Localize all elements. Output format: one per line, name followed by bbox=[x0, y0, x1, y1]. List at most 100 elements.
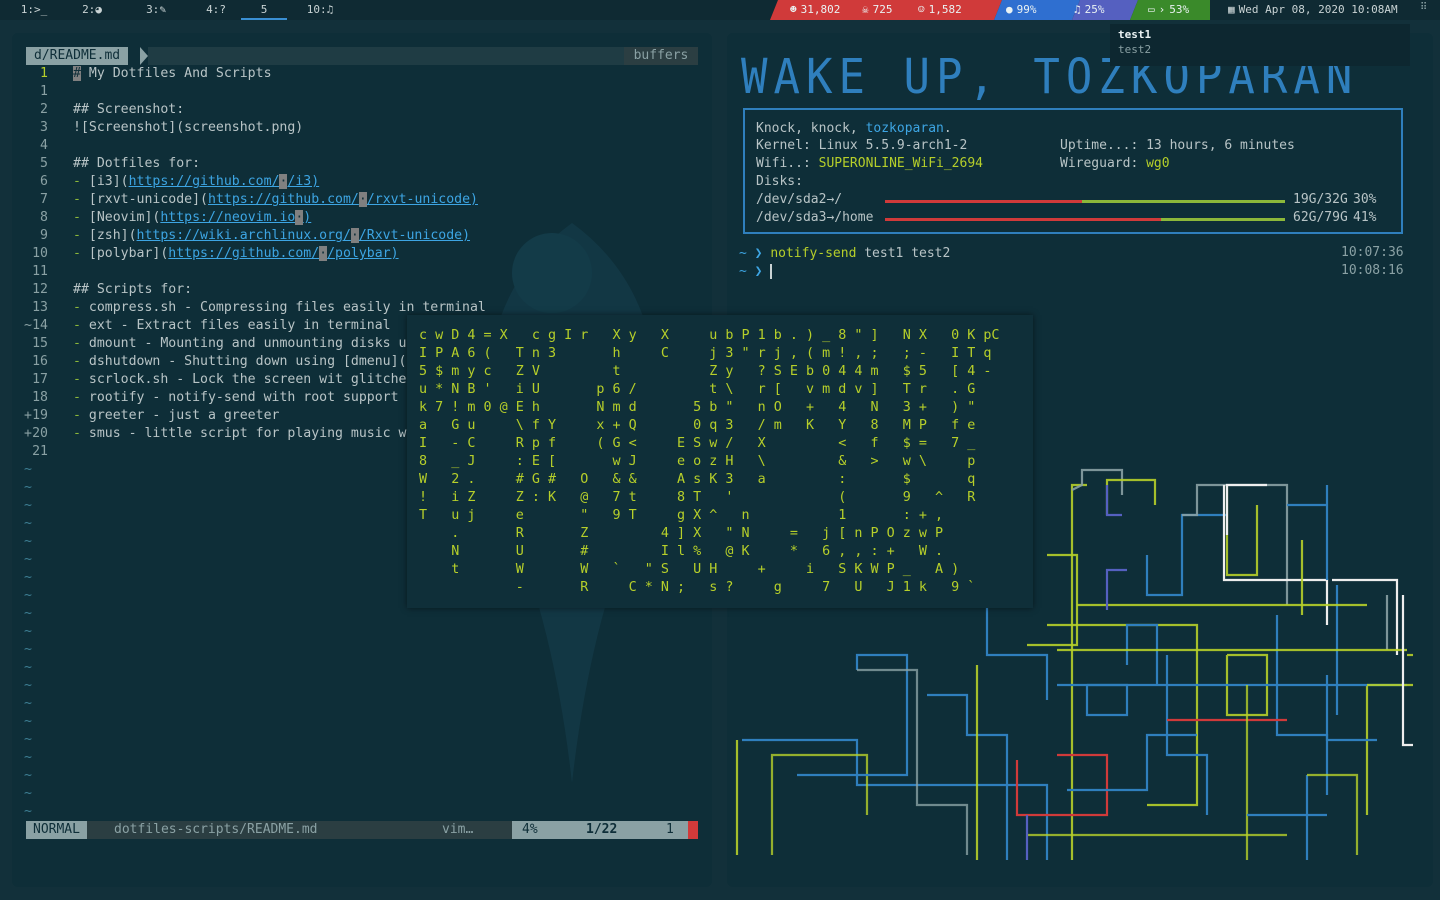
buffers-label[interactable]: buffers bbox=[624, 47, 698, 65]
matrix-row: u * N B ' i U p 6 / t \ r [ v m d v ] T … bbox=[419, 382, 976, 397]
editor-line[interactable]: 10 - [polybar](https://github.com/·/polyb… bbox=[12, 245, 702, 263]
matrix-row: 5 $ m y c Z V t Z y ? S E b 0 4 4 m $ 5 … bbox=[419, 364, 992, 379]
command-args: test1 test2 bbox=[856, 246, 951, 261]
empty-line-tilde: ~ bbox=[24, 480, 32, 495]
empty-line-tilde: ~ bbox=[24, 768, 32, 783]
line-number: 18 bbox=[32, 390, 48, 405]
editor-line[interactable]: 2 ## Screenshot: bbox=[12, 101, 702, 119]
empty-line-tilde: ~ bbox=[24, 732, 32, 747]
command-name: notify-send bbox=[770, 246, 857, 261]
line-text: - ext - Extract files easily in terminal bbox=[73, 318, 391, 333]
disk-name: /dev/sda2→/ bbox=[756, 192, 843, 207]
workspace-10[interactable]: 10:♫ bbox=[298, 0, 342, 20]
username: tozkoparan bbox=[865, 121, 944, 136]
status-percent: 4% bbox=[522, 822, 538, 837]
workspace-3[interactable]: 3:✎ bbox=[136, 0, 176, 20]
sysinfo-box: Knock, knock, tozkoparan. Kernel: Linux … bbox=[743, 108, 1403, 234]
editor-line[interactable]: 1 # My Dotfiles And Scripts bbox=[12, 65, 702, 83]
disk-name: /dev/sda3→/home bbox=[756, 210, 874, 225]
clock[interactable]: ▦ Wed Apr 08, 2020 10:08AM bbox=[1222, 0, 1432, 20]
workspace-4[interactable]: 4:? bbox=[196, 0, 236, 20]
empty-line-tilde: ~ bbox=[24, 606, 32, 621]
disk-usage-bar bbox=[885, 200, 1285, 203]
workspace-1[interactable]: 1:>_ bbox=[14, 0, 54, 20]
music-note-icon: ♫ bbox=[1074, 3, 1081, 16]
editor-line[interactable]: 8 - [Neovim](https://neovim.io·) bbox=[12, 209, 702, 227]
chevron-right-icon: › bbox=[1158, 3, 1166, 16]
empty-line-tilde: ~ bbox=[24, 534, 32, 549]
line-number: 4 bbox=[40, 138, 48, 153]
tab-readme[interactable]: d/README.md bbox=[26, 47, 129, 65]
line-number: 20 bbox=[32, 426, 48, 441]
line-text: - [zsh](https://wiki.archlinux.org/·/Rxv… bbox=[73, 228, 471, 243]
editor-line[interactable]: 12 ## Scripts for: bbox=[12, 281, 702, 299]
volume[interactable]: ♫ 25% bbox=[1068, 0, 1128, 20]
link[interactable]: https://github.com/ bbox=[129, 174, 280, 189]
workspace-2[interactable]: 2:◕ bbox=[72, 0, 112, 20]
line-number: 9 bbox=[40, 228, 48, 243]
matrix-row: ! i Z Z : K @ 7 t 8 T ' ( 9 ^ R bbox=[419, 490, 976, 505]
disk-percent: 30% bbox=[1353, 192, 1377, 207]
line-number: 17 bbox=[32, 372, 48, 387]
empty-line-tilde: ~ bbox=[24, 462, 32, 477]
uptime-label: Uptime...: bbox=[1060, 138, 1139, 153]
matrix-row: - R C * N ; s ? g 7 U J 1 k 9 ` bbox=[419, 580, 976, 595]
editor-line[interactable]: 6 - [i3](https://github.com/·/i3) bbox=[12, 173, 702, 191]
empty-line-tilde: ~ bbox=[24, 696, 32, 711]
notification-popup[interactable]: test1 test2 bbox=[1110, 24, 1410, 66]
battery-icon: ▭ bbox=[1148, 3, 1155, 16]
empty-line-tilde: ~ bbox=[24, 750, 32, 765]
prompt-line-2[interactable]: ~ ❯ bbox=[739, 263, 773, 281]
line-number: 8 bbox=[40, 210, 48, 225]
link[interactable]: https://neovim.io bbox=[160, 210, 295, 225]
matrix-rain-window[interactable]: c w D 4 = X c g I r X y X u b P 1 b . ) … bbox=[407, 315, 1033, 608]
editor-line[interactable]: 5 ## Dotfiles for: bbox=[12, 155, 702, 173]
empty-line-tilde: ~ bbox=[24, 624, 32, 639]
timestamp-2: 10:08:16 bbox=[1341, 263, 1404, 278]
prompt-line-1: ~ ❯ notify-send test1 test2 bbox=[739, 245, 950, 263]
workspace-5[interactable]: 5 bbox=[241, 0, 287, 20]
music-icon: ♫ bbox=[326, 3, 334, 16]
link[interactable]: https://github.com/ bbox=[168, 246, 319, 261]
line-text: - [Neovim](https://neovim.io·) bbox=[73, 210, 312, 225]
line-text: - [rxvt-unicode](https://github.com/·/rx… bbox=[73, 192, 478, 207]
editor-line[interactable]: 4 bbox=[12, 137, 702, 155]
disk-size: 19G/32G bbox=[1293, 192, 1348, 207]
editor-line[interactable]: 7 - [rxvt-unicode](https://github.com/·/r… bbox=[12, 191, 702, 209]
matrix-row: k 7 ! m 0 @ E h N m d 5 b " n O + 4 N 3 … bbox=[419, 400, 976, 415]
editor-line[interactable]: 9 - [zsh](https://wiki.archlinux.org/·/Rx… bbox=[12, 227, 702, 245]
matrix-row: . R Z 4 ] X " N = j [ n P O z w P bbox=[419, 526, 944, 541]
empty-line-tilde: ~ bbox=[24, 498, 32, 513]
line-text: - scrlock.sh - Lock the screen wit glitc… bbox=[73, 372, 407, 387]
line-text: - [i3](https://github.com/·/i3) bbox=[73, 174, 320, 189]
disk-usage-bar bbox=[885, 218, 1285, 221]
editor-line[interactable]: 3 ![Screenshot](screenshot.png) bbox=[12, 119, 702, 137]
tray-icon[interactable]: ⠿ bbox=[1420, 2, 1434, 16]
editor-line[interactable]: 11 bbox=[12, 263, 702, 281]
status-filetype: vim… bbox=[442, 822, 474, 837]
link[interactable]: https://github.com/ bbox=[208, 192, 359, 207]
line-text: ![Screenshot](screenshot.png) bbox=[73, 120, 304, 135]
knock-text: Knock, knock, bbox=[756, 121, 866, 136]
kernel-label: Kernel: bbox=[756, 138, 811, 153]
line-text: - [polybar](https://github.com/·/polybar… bbox=[73, 246, 399, 261]
matrix-row: t W W ` " S U H + i S K W P _ A ) bbox=[419, 562, 960, 577]
line-number: 13 bbox=[32, 300, 48, 315]
matrix-row: I - C R p f ( G < E S w / X < f $ = 7 _ bbox=[419, 436, 976, 451]
empty-line-tilde: ~ bbox=[24, 642, 32, 657]
notification-title: test1 bbox=[1118, 28, 1152, 41]
line-number: 7 bbox=[40, 192, 48, 207]
line-number: 11 bbox=[32, 264, 48, 279]
line-number: 6 bbox=[40, 174, 48, 189]
statusline: NORMAL dotfiles-scripts/README.md vim… 4… bbox=[26, 821, 698, 839]
reddit-icon: ☻ bbox=[790, 3, 797, 16]
status-position: 1/22 bbox=[586, 822, 618, 837]
editor-line[interactable]: 1 bbox=[12, 83, 702, 101]
battery: ▭ › 53% bbox=[1148, 3, 1190, 16]
line-number: 3 bbox=[40, 120, 48, 135]
link[interactable]: https://wiki.archlinux.org/ bbox=[137, 228, 351, 243]
prompt-tilde: ~ ❯ bbox=[739, 246, 763, 261]
line-text: - rootify - notify-send with root suppor… bbox=[73, 390, 399, 405]
cpu-icon: ● bbox=[1006, 3, 1013, 16]
line-number: 12 bbox=[32, 282, 48, 297]
